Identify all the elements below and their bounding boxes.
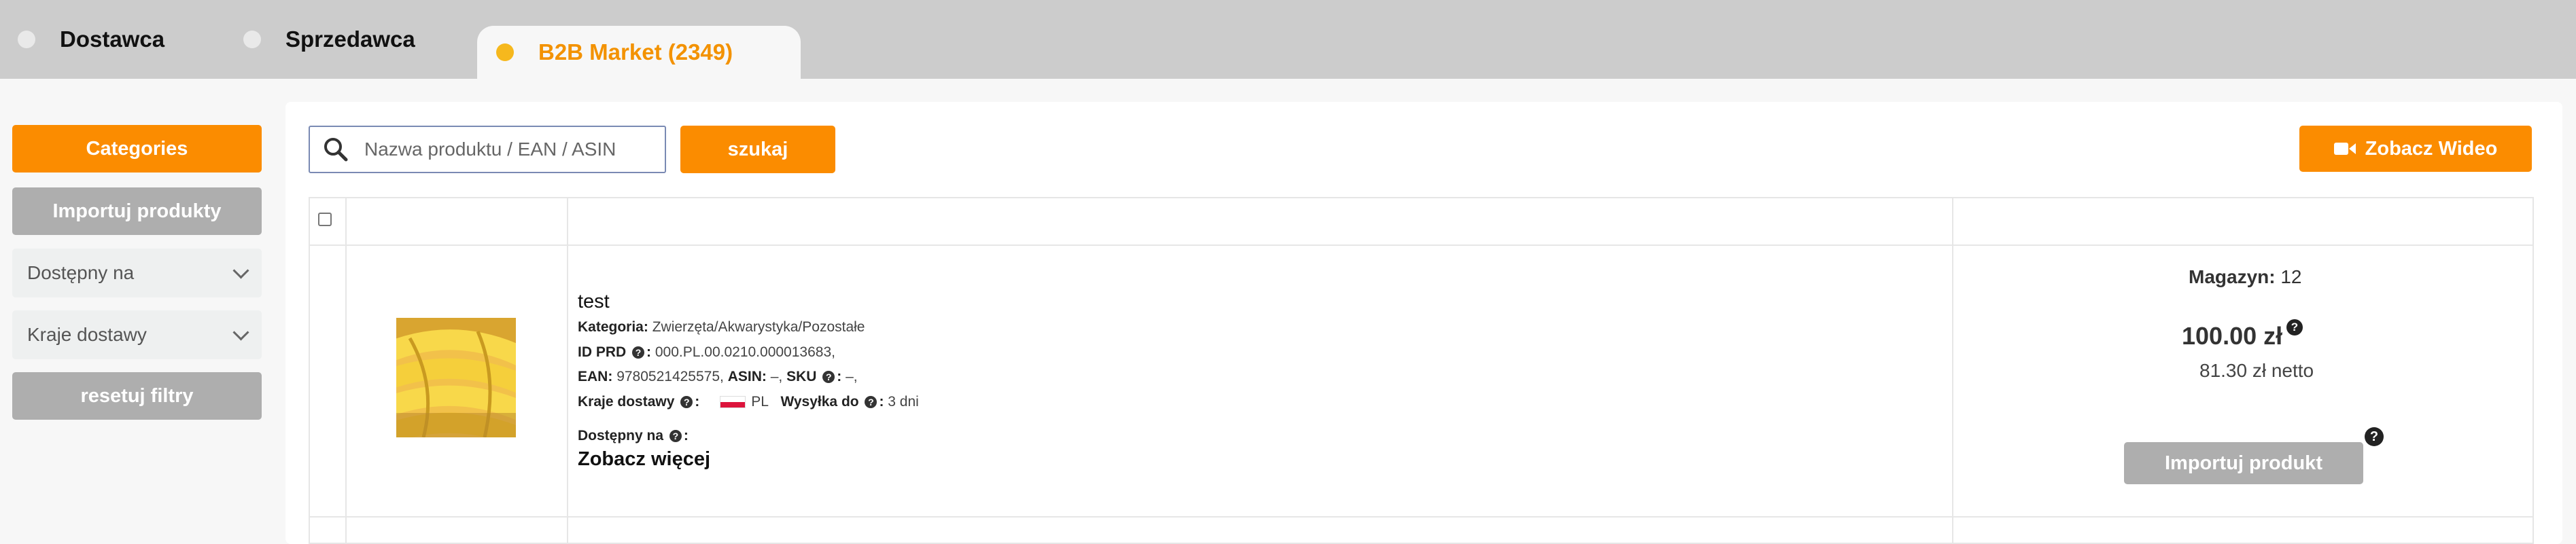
help-icon[interactable]: ? — [822, 371, 835, 383]
id-value: 000.PL.00.0210.000013683, — [655, 344, 835, 360]
tab-label: Sprzedawca — [285, 26, 415, 52]
select-all-checkbox[interactable] — [318, 213, 332, 226]
product-title: test — [578, 291, 610, 312]
poland-flag-icon — [720, 396, 746, 408]
asin-label: ASIN: — [727, 369, 767, 384]
search-box[interactable] — [309, 126, 666, 173]
chevron-down-icon — [232, 323, 249, 341]
product-category-line: Kategoria: Zwierzęta/Akwarystyka/Pozosta… — [578, 319, 865, 336]
column-divider — [1952, 197, 1953, 544]
available-on-select[interactable]: Dostępny na — [12, 249, 262, 297]
tab-sprzedawca[interactable]: Sprzedawca — [243, 0, 415, 79]
country-code: PL — [751, 394, 769, 410]
shipping-label: Wysyłka do — [780, 394, 859, 410]
import-help-icon[interactable]: ? — [2365, 427, 2384, 446]
categories-button[interactable]: Categories — [12, 125, 262, 173]
search-button[interactable]: szukaj — [680, 126, 835, 173]
product-available-on-line: Dostępny na ?: — [578, 428, 689, 443]
sku-value: –, — [846, 369, 858, 384]
delivery-countries-select[interactable]: Kraje dostawy — [12, 310, 262, 359]
help-icon[interactable]: ? — [632, 346, 645, 359]
tab-label: B2B Market (2349) — [538, 39, 733, 65]
category-value: Zwierzęta/Akwarystyka/Pozostałe — [652, 319, 865, 335]
watch-video-label: Zobacz Wideo — [2365, 137, 2498, 160]
stock-value: 12 — [2280, 266, 2302, 287]
row-divider — [309, 516, 2534, 518]
help-icon[interactable]: ? — [680, 396, 693, 408]
shipping-value: 3 dni — [888, 394, 919, 410]
id-label: ID PRD — [578, 344, 627, 360]
tab-indicator-dot — [18, 31, 35, 48]
video-camera-icon — [2333, 143, 2356, 155]
available-on-label: Dostępny na — [578, 428, 664, 443]
help-icon[interactable]: ? — [669, 430, 682, 442]
tab-label: Dostawca — [60, 26, 165, 52]
search-icon — [322, 136, 349, 163]
column-divider — [345, 197, 347, 544]
tab-b2b-market[interactable]: B2B Market (2349) — [477, 26, 801, 79]
column-divider — [567, 197, 568, 544]
sku-label: SKU — [786, 369, 817, 384]
countries-label: Kraje dostawy — [578, 394, 675, 410]
chevron-down-icon — [232, 261, 249, 279]
product-price: 100.00 zł — [2182, 322, 2283, 350]
import-products-button[interactable]: Importuj produkty — [12, 187, 262, 235]
product-image[interactable] — [396, 318, 516, 437]
tab-indicator-dot — [496, 43, 514, 61]
tab-bar: Dostawca Sprzedawca B2B Market (2349) — [0, 0, 2576, 79]
category-label: Kategoria: — [578, 319, 648, 335]
watch-video-button[interactable]: Zobacz Wideo — [2299, 126, 2532, 172]
see-more-link[interactable]: Zobacz więcej — [578, 448, 710, 471]
ean-label: EAN: — [578, 369, 613, 384]
tab-indicator-dot — [243, 31, 261, 48]
tab-dostawca[interactable]: Dostawca — [18, 0, 164, 79]
product-id-line: ID PRD ?: 000.PL.00.0210.000013683, — [578, 344, 835, 360]
header-divider — [309, 244, 2534, 246]
stock-info: Magazyn: 12 — [2189, 266, 2302, 288]
select-value: Kraje dostawy — [27, 324, 147, 345]
help-icon[interactable]: ? — [865, 396, 877, 408]
product-delivery-line: Kraje dostawy ?: PL Wysyłka do ?: 3 dni — [578, 394, 919, 410]
import-product-button[interactable]: Importuj produkt — [2124, 442, 2363, 484]
reset-filters-button[interactable]: resetuj filtry — [12, 372, 262, 420]
price-help-icon[interactable]: ? — [2286, 319, 2303, 336]
search-input[interactable] — [363, 138, 651, 161]
select-value: Dostępny na — [27, 262, 135, 283]
asin-value: –, — [770, 369, 783, 384]
stock-label: Magazyn: — [2189, 266, 2276, 287]
ean-value: 9780521425575, — [616, 369, 724, 384]
product-price-net: 81.30 zł netto — [2199, 360, 2314, 381]
product-codes-line: EAN: 9780521425575, ASIN: –, SKU ?: –, — [578, 369, 858, 384]
